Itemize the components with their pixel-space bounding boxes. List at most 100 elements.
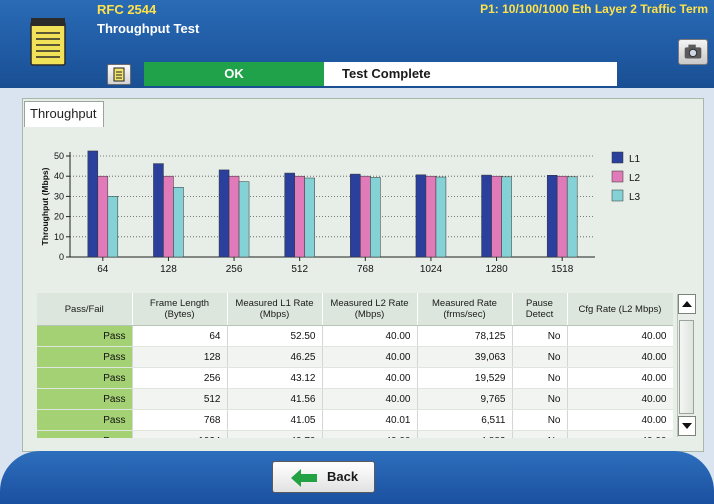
x-tick-label: 256 [226,264,243,275]
bar-l2 [163,175,174,258]
bar-l1 [481,174,492,258]
y-tick-label: 30 [54,191,64,201]
table-cell: No [512,325,568,347]
throughput-chart: 0 10 20 30 40 50 Throughput (Mbps) 64 128 256 512 7… [40,150,641,275]
bar-l1 [87,150,99,258]
table-cell: 40.01 [322,409,418,431]
table-cell: 768 [132,409,228,431]
status-ok: OK [144,62,324,86]
bar-l1 [415,174,427,258]
status-bar: OK Test Complete [97,62,617,86]
table-cell: Pass [37,430,133,438]
x-tick-label: 1024 [420,264,443,275]
column-header: Measured L2 Rate (Mbps) [322,293,418,326]
bar-l2 [425,175,437,258]
x-tick-label: 1518 [551,264,574,275]
table-cell: 41.05 [227,409,323,431]
bar-l3 [501,176,512,258]
report-button[interactable] [107,64,131,85]
table-cell: 40.00 [567,367,673,389]
legend-swatch-l1 [611,151,624,164]
bar-l3 [566,176,578,258]
table-cell: 6,511 [417,409,513,431]
scroll-up-button[interactable] [678,294,696,314]
bar-l1 [153,163,164,258]
port-label: P1: 10/100/1000 Eth Layer 2 Traffic Term [480,2,708,16]
bar-l3 [435,176,447,258]
table-cell: 512 [132,388,228,410]
table-cell: No [512,430,568,438]
table-row[interactable]: Pass 768 41.05 40.01 6,511 No 40.00 [37,409,673,431]
bar-l1 [284,172,295,258]
table-cell: 1024 [132,430,228,438]
bar-l3 [370,177,381,258]
table-cell: No [512,409,568,431]
scroll-thumb[interactable] [679,320,694,414]
column-header: Frame Length (Bytes) [132,293,228,326]
camera-button[interactable] [678,39,708,65]
table-cell: 40.00 [322,430,418,438]
bar-l2 [360,175,371,258]
header-bar: RFC 2544 Throughput Test P1: 10/100/1000… [0,0,714,88]
column-header: Pass/Fail [37,293,133,326]
table-cell: No [512,388,568,410]
table-row[interactable]: Pass 512 41.56 40.00 9,765 No 40.00 [37,388,673,410]
y-tick-label: 0 [59,252,64,262]
table-row[interactable]: Pass102440.7040.004,882No40.00 [37,430,673,438]
x-tick-label: 64 [97,264,109,275]
table-cell: 4,882 [417,430,513,438]
table-cell: 40.70 [227,430,323,438]
table-cell: 256 [132,367,228,389]
table-cell: 40.00 [567,346,673,368]
test-subtitle: Throughput Test [97,21,200,36]
table-row[interactable]: Pass 64 52.50 40.00 78,125 No 40.00 [37,325,673,347]
y-tick-label: 20 [54,212,64,222]
camera-icon [684,44,702,59]
x-tick-label: 512 [291,264,308,275]
table-cell: 40.00 [322,325,418,347]
x-tick-label: 1280 [485,264,508,275]
bar-l3 [173,187,184,258]
arrow-up-icon [682,301,692,307]
table-cell: 40.00 [567,388,673,410]
table-cell: Pass [37,388,133,410]
legend-swatch-l2 [611,170,624,183]
table-cell: 40.00 [322,367,418,389]
table-cell: 64 [132,325,228,347]
table-row[interactable]: Pass 128 46.25 40.00 39,063 No 40.00 [37,346,673,368]
x-tick-label: 768 [357,264,374,275]
y-tick-label: 10 [54,232,64,242]
table-cell: 46.25 [227,346,323,368]
table-cell: 40.00 [567,325,673,347]
table-scrollbar[interactable] [677,294,696,437]
bar-l3 [238,181,250,258]
table-row[interactable]: Pass 256 43.12 40.00 19,529 No 40.00 [37,367,673,389]
arrow-down-icon [682,423,692,429]
table-cell: 39,063 [417,346,513,368]
back-arrow-icon [291,469,317,487]
status-message: Test Complete [324,62,617,86]
y-axis-label: Throughput (Mbps) [40,167,50,245]
tab-throughput[interactable]: Throughput [24,101,104,127]
table-cell: Pass [37,409,133,431]
table-cell: 40.00 [567,430,673,438]
legend-label: L2 [629,173,641,184]
test-name: RFC 2544 [97,2,157,17]
bar-l2 [491,175,502,258]
scroll-down-button[interactable] [678,416,696,436]
notepad-icon[interactable] [30,17,66,66]
table-cell: No [512,346,568,368]
back-button[interactable]: Back [272,461,375,493]
table-cell: 43.12 [227,367,323,389]
y-tick-label: 40 [54,171,64,181]
bar-l2 [556,175,568,258]
bar-l3 [304,177,315,258]
table-cell: 40.00 [322,388,418,410]
table-cell: 78,125 [417,325,513,347]
bar-l3 [107,196,119,258]
table-cell: 9,765 [417,388,513,410]
legend-label: L1 [629,154,641,165]
table-cell: Pass [37,325,133,347]
bar-l1 [218,169,230,258]
legend-swatch-l3 [611,189,624,202]
